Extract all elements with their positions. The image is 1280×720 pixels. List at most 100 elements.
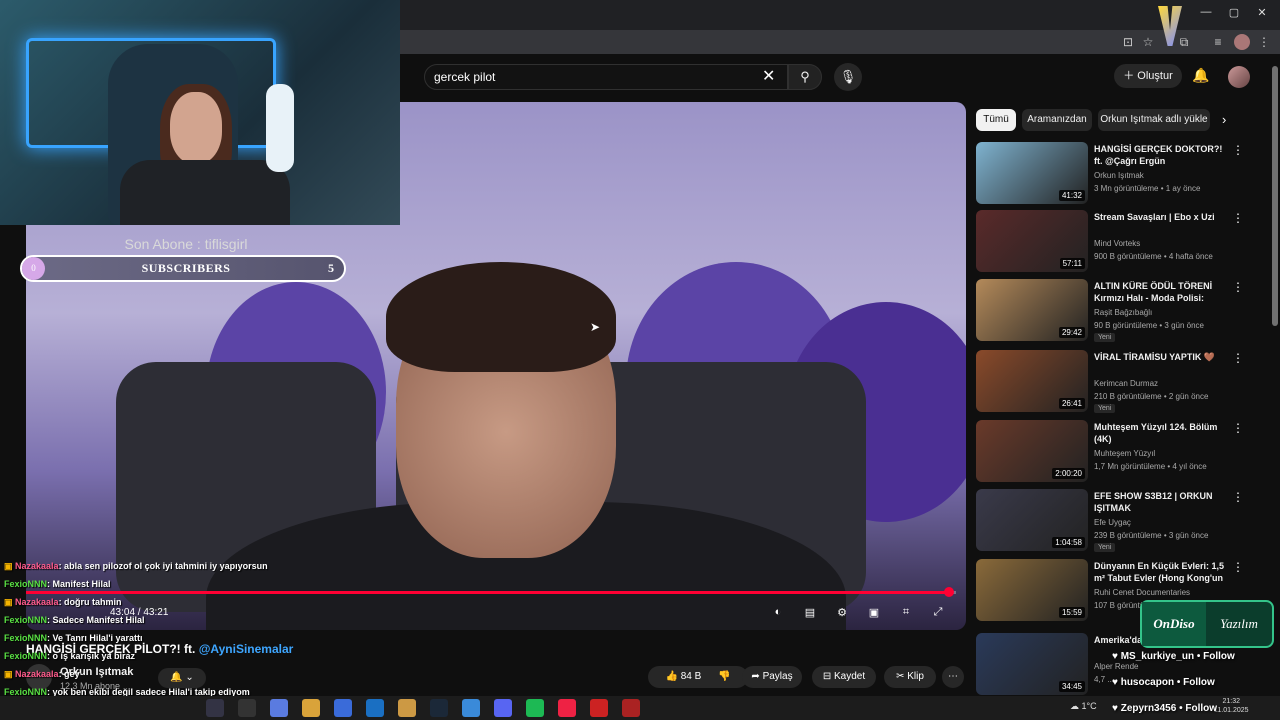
recorder-icon[interactable] <box>622 699 640 717</box>
video-title-link[interactable]: Dünyanın En Küçük Evleri: 1,5 m² Tabut E… <box>1094 560 1228 584</box>
task-view-icon[interactable] <box>238 699 256 717</box>
chip-channel-uploads[interactable]: Orkun Işıtmak adlı yükle <box>1098 109 1210 131</box>
video-title-link[interactable]: Stream Savaşları | Ebo x Uzi <box>1094 211 1228 223</box>
cast-icon[interactable]: ⌗ <box>896 606 916 622</box>
chrome-icon[interactable] <box>398 699 416 717</box>
video-title-link[interactable]: EFE SHOW S3B12 | ORKUN IŞITMAK <box>1094 490 1228 514</box>
more-options-icon[interactable]: ⋮ <box>1232 280 1244 294</box>
video-duration: 34:45 <box>1058 681 1085 692</box>
search-icon: ⚲ <box>800 69 810 84</box>
video-thumbnail[interactable]: 41:32 <box>976 142 1088 204</box>
notifications-bell-icon[interactable]: 🔔 <box>1192 67 1209 84</box>
video-title-link[interactable]: ALTIN KÜRE ÖDÜL TÖRENİ Kırmızı Halı - Mo… <box>1094 280 1228 304</box>
page-scrollbar[interactable] <box>1272 66 1278 326</box>
chip-all[interactable]: Tümü <box>976 109 1016 131</box>
video-meta: 90 B görüntüleme • 3 gün önce <box>1094 321 1204 330</box>
more-options-icon[interactable]: ⋮ <box>1232 560 1244 574</box>
video-thumbnail[interactable]: 15:59 <box>976 559 1088 621</box>
reading-list-icon[interactable]: ≡ <box>1210 34 1226 50</box>
video-thumbnail[interactable]: 2:00:20 <box>976 420 1088 482</box>
extensions-icon[interactable]: ⧉ <box>1176 34 1192 50</box>
chat-badge-icon: ▣ <box>4 597 16 607</box>
more-actions-button[interactable]: ⋯ <box>942 666 964 688</box>
heart-icon: ♥ <box>1112 703 1121 714</box>
chat-username: Nazakaala <box>15 669 59 679</box>
store-icon[interactable] <box>334 699 352 717</box>
miniplayer-icon[interactable]: ▣ <box>864 606 884 622</box>
clock-time: 21:32 <box>1222 698 1241 705</box>
video-thumbnail[interactable]: 1:04:58 <box>976 489 1088 551</box>
bookmark-star-icon[interactable]: ☆ <box>1140 34 1156 50</box>
search-query-text[interactable]: gercek pilot <box>434 70 495 84</box>
chevron-right-icon[interactable]: › <box>1222 112 1226 127</box>
create-button[interactable]: ＋ Oluştur <box>1114 64 1182 88</box>
autoplay-toggle[interactable]: ◐ <box>768 606 788 622</box>
copilot-icon[interactable] <box>270 699 288 717</box>
video-title-link[interactable]: Muhteşem Yüzyıl 124. Bölüm (4K) <box>1094 421 1228 445</box>
video-channel[interactable]: Orkun Işıtmak <box>1094 171 1234 180</box>
video-channel[interactable]: Raşit Bağzıbağlı <box>1094 308 1234 317</box>
video-channel[interactable]: Efe Uygaç <box>1094 518 1234 527</box>
like-count[interactable]: 84 B <box>681 671 702 682</box>
chat-username: FexioNNN <box>4 579 48 589</box>
close-window-button[interactable]: ✕ <box>1252 6 1272 22</box>
video-thumbnail[interactable]: 29:42 <box>976 279 1088 341</box>
app-icon[interactable] <box>558 699 576 717</box>
chip-from-search[interactable]: Aramanızdan <box>1022 109 1092 131</box>
video-title-link[interactable]: VİRAL TİRAMİSU YAPTIK 🤎 <box>1094 351 1228 363</box>
clear-search-icon[interactable]: ✕ <box>762 66 775 86</box>
save-label: Kaydet <box>834 671 866 682</box>
clock[interactable]: 21:32 11.01.2025 <box>1214 697 1249 715</box>
file-explorer-icon[interactable] <box>302 699 320 717</box>
last-subscriber-label: Son Abone : tiflisgirl <box>124 236 248 252</box>
search-button[interactable]: ⚲ <box>788 64 822 90</box>
clip-button[interactable]: ✂ Klip <box>884 666 936 688</box>
mouse-cursor: ➤ <box>590 320 601 334</box>
create-label: Oluştur <box>1137 70 1173 82</box>
spotify-icon[interactable] <box>526 699 544 717</box>
browser-menu-icon[interactable]: ⋮ <box>1256 34 1272 50</box>
share-label: Paylaş <box>762 671 793 682</box>
voice-search-button[interactable]: 🎙 <box>834 63 862 91</box>
settings-gear-icon[interactable]: ⚙ <box>832 606 852 622</box>
weather-widget[interactable]: ☁ 1°C <box>1070 701 1097 712</box>
subtitles-icon[interactable]: ▤ <box>800 606 820 622</box>
profile-icon[interactable] <box>1234 34 1250 50</box>
video-channel[interactable]: Muhteşem Yüzyıl <box>1094 449 1234 458</box>
video-title-link[interactable]: HANGİSİ GERÇEK DOKTOR?! ft. @Çağrı Ergün <box>1094 143 1228 167</box>
steam-icon[interactable] <box>430 699 448 717</box>
more-options-icon[interactable]: ⋮ <box>1232 143 1244 157</box>
more-options-icon[interactable]: ⋮ <box>1232 351 1244 365</box>
discord-icon[interactable] <box>494 699 512 717</box>
like-icon[interactable]: 👍 <box>665 671 680 682</box>
subscribed-notify-button[interactable]: 🔔 ⌄ <box>158 668 206 688</box>
title-mention-link[interactable]: @AyniSinemalar <box>199 642 294 656</box>
more-options-icon[interactable]: ⋮ <box>1232 421 1244 435</box>
account-avatar[interactable] <box>1228 66 1250 88</box>
video-channel[interactable]: Mind Vorteks <box>1094 239 1234 248</box>
save-button[interactable]: ⊟ Kaydet <box>812 666 876 688</box>
shield-icon[interactable] <box>590 699 608 717</box>
maximize-button[interactable]: ▢ <box>1224 6 1244 22</box>
share-icon: ➦ <box>751 671 763 682</box>
heart-icon: ♥ <box>1112 677 1121 688</box>
video-channel[interactable]: Ruhi Cenet Documentaries <box>1094 588 1234 597</box>
more-options-icon[interactable]: ⋮ <box>1232 490 1244 504</box>
minimize-button[interactable]: — <box>1196 6 1216 22</box>
follow-text: husocapon • Follow <box>1120 677 1215 688</box>
more-options-icon[interactable]: ⋮ <box>1232 211 1244 225</box>
video-thumbnail[interactable]: 57:11 <box>976 210 1088 272</box>
chat-text: : Ve Tanrı Hilal'i yarattı <box>47 633 143 643</box>
video-thumbnail[interactable]: 26:41 <box>976 350 1088 412</box>
files-icon[interactable] <box>462 699 480 717</box>
video-thumbnail[interactable]: 34:45 <box>976 633 1088 695</box>
search-icon[interactable] <box>206 699 224 717</box>
install-icon[interactable]: ⊡ <box>1120 34 1136 50</box>
dislike-icon[interactable]: 👎 <box>718 671 730 682</box>
fullscreen-icon[interactable]: ⤢ <box>928 606 948 622</box>
video-duration: 15:59 <box>1058 607 1085 618</box>
share-button[interactable]: ➦ Paylaş <box>742 666 802 688</box>
video-channel[interactable]: Kerimcan Durmaz <box>1094 379 1234 388</box>
video-channel[interactable]: Alper Rende <box>1094 662 1234 671</box>
outlook-icon[interactable] <box>366 699 384 717</box>
